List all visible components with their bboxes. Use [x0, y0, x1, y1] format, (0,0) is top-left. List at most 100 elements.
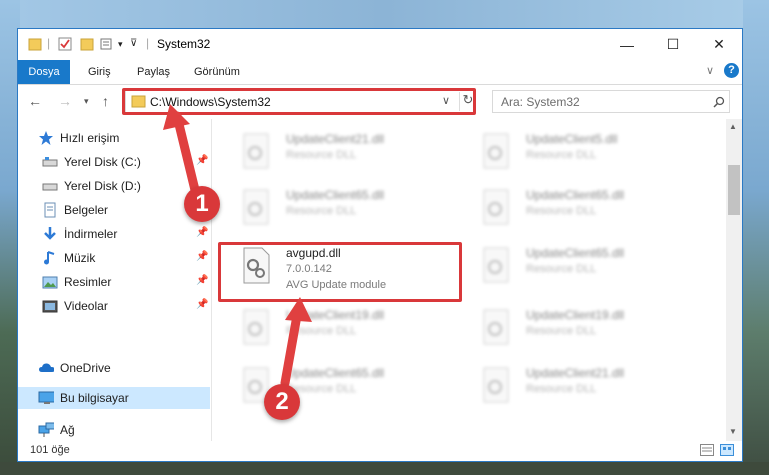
folder-icon	[28, 38, 42, 51]
file-item[interactable]: UpdateClient21.dll Resource DLL	[476, 359, 696, 415]
step-2-badge: 2	[264, 384, 300, 420]
properties-icon[interactable]	[58, 36, 72, 52]
download-icon	[44, 227, 56, 240]
nav-label: Resimler	[64, 275, 112, 289]
large-icons-view-icon[interactable]	[720, 444, 734, 456]
file-name: UpdateClient19.dll	[286, 308, 385, 322]
back-arrow-icon[interactable]: ←	[28, 93, 42, 109]
file-name: UpdateClient5.dll	[526, 132, 618, 146]
divider: |	[146, 36, 150, 50]
file-item[interactable]: UpdateClient5.dll Resource DLL	[476, 125, 696, 181]
search-placeholder: Ara: System32	[501, 95, 580, 109]
navigation-pane: Hızlı erişim Yerel Disk (C:) 📌 Yerel Dis…	[18, 119, 212, 441]
file-description: Resource DLL	[526, 325, 597, 337]
file-description: Resource DLL	[286, 325, 357, 337]
file-name: UpdateClient19.dll	[526, 308, 625, 322]
file-name: UpdateClient21.dll	[286, 132, 385, 146]
status-bar: 101 öğe	[18, 441, 742, 461]
search-icon[interactable]	[713, 96, 725, 108]
nav-item-disk-d[interactable]: Yerel Disk (D:)	[18, 175, 210, 197]
nav-label: Yerel Disk (D:)	[64, 179, 141, 193]
details-view-icon[interactable]	[700, 444, 714, 456]
tab-file[interactable]: Dosya	[18, 60, 70, 84]
computer-icon	[38, 391, 54, 404]
pin-icon[interactable]: 📌	[196, 299, 208, 310]
nav-item-music[interactable]: Müzik 📌	[18, 247, 210, 269]
nav-item-documents[interactable]: Belgeler 📌	[18, 199, 210, 221]
nav-onedrive[interactable]: OneDrive	[18, 357, 210, 379]
divider: |	[47, 36, 51, 50]
file-name: UpdateClient65.dll	[526, 246, 625, 260]
chevron-down-icon[interactable]: ▾	[118, 39, 123, 55]
item-count: 101 öğe	[30, 444, 70, 456]
help-icon[interactable]: ?	[724, 63, 739, 78]
file-name: UpdateClient65.dll	[286, 366, 385, 380]
pin-icon[interactable]: 📌	[196, 155, 208, 166]
nav-quick-access[interactable]: Hızlı erişim	[18, 127, 210, 149]
pin-icon[interactable]: 📌	[196, 275, 208, 286]
nav-this-pc[interactable]: Bu bilgisayar	[18, 387, 210, 409]
title-bar: | ▾ ⊽ | System32 — ☐ ✕	[18, 29, 742, 60]
file-description: Resource DLL	[526, 205, 597, 217]
file-item[interactable]: UpdateClient19.dll Resource DLL	[476, 301, 696, 357]
customize-toolbar-icon[interactable]	[100, 36, 116, 52]
vertical-scrollbar[interactable]: ▲ ▼	[726, 119, 742, 441]
nav-label: Bu bilgisayar	[60, 391, 129, 405]
file-item[interactable]: UpdateClient19.dll Resource DLL	[236, 301, 456, 357]
pictures-icon	[42, 276, 58, 289]
scroll-down-icon[interactable]: ▼	[729, 427, 737, 436]
forward-arrow-icon[interactable]: →	[58, 93, 72, 109]
scrollbar-thumb[interactable]	[728, 165, 740, 215]
window-title: System32	[157, 37, 211, 51]
drive-icon	[42, 157, 58, 167]
drive-icon	[42, 183, 58, 191]
file-description: Resource DLL	[526, 263, 597, 275]
dll-file-icon	[483, 309, 509, 345]
close-button[interactable]: ✕	[696, 29, 742, 60]
nav-label: Videolar	[64, 299, 108, 313]
dll-file-icon	[243, 133, 269, 169]
maximize-button[interactable]: ☐	[650, 29, 696, 60]
nav-network[interactable]: Ağ	[18, 419, 210, 441]
file-item[interactable]: UpdateClient65.dll Resource DLL	[236, 181, 456, 237]
file-name: UpdateClient21.dll	[526, 366, 625, 380]
tab-view[interactable]: Görünüm	[184, 60, 250, 84]
step-1-badge: 1	[184, 186, 220, 222]
file-item[interactable]: UpdateClient65.dll Resource DLL	[476, 181, 696, 237]
nav-label: Ağ	[60, 423, 75, 437]
minimize-button[interactable]: —	[604, 29, 650, 60]
file-item[interactable]: UpdateClient21.dll Resource DLL	[236, 125, 456, 181]
expand-ribbon-icon[interactable]: ∨	[706, 64, 714, 77]
cloud-icon	[39, 363, 54, 372]
ribbon-tabs: Dosya Giriş Paylaş Görünüm ∨ ?	[18, 60, 742, 85]
dll-file-icon	[483, 133, 509, 169]
tab-share[interactable]: Paylaş	[127, 60, 180, 84]
dll-file-icon	[243, 189, 269, 225]
videos-icon	[42, 300, 58, 313]
nav-item-pictures[interactable]: Resimler 📌	[18, 271, 210, 293]
search-input[interactable]: Ara: System32	[492, 90, 730, 113]
nav-label: Müzik	[64, 251, 96, 265]
up-arrow-icon[interactable]: ↑	[102, 93, 109, 109]
qa-dropdown-icon[interactable]: ⊽	[130, 38, 137, 54]
file-description: Resource DLL	[286, 149, 357, 161]
nav-label: OneDrive	[60, 361, 111, 375]
music-icon	[44, 251, 55, 265]
nav-item-videos[interactable]: Videolar 📌	[18, 295, 210, 317]
pin-icon[interactable]: 📌	[196, 251, 208, 262]
desktop-background-bottom	[0, 462, 769, 475]
file-name: UpdateClient65.dll	[526, 188, 625, 202]
nav-item-downloads[interactable]: İndirmeler 📌	[18, 223, 210, 245]
tab-home[interactable]: Giriş	[78, 60, 121, 84]
nav-label: Yerel Disk (C:)	[64, 155, 141, 169]
scroll-up-icon[interactable]: ▲	[729, 122, 737, 131]
new-folder-icon[interactable]	[80, 36, 94, 52]
recent-locations-icon[interactable]: ▾	[84, 96, 89, 107]
documents-icon	[44, 202, 56, 218]
nav-item-disk-c[interactable]: Yerel Disk (C:) 📌	[18, 151, 210, 173]
pin-icon[interactable]: 📌	[196, 227, 208, 238]
file-description: Resource DLL	[526, 383, 597, 395]
desktop-background-top	[0, 0, 769, 28]
file-item[interactable]: UpdateClient65.dll Resource DLL	[476, 239, 696, 295]
desktop-background-right	[743, 0, 769, 475]
